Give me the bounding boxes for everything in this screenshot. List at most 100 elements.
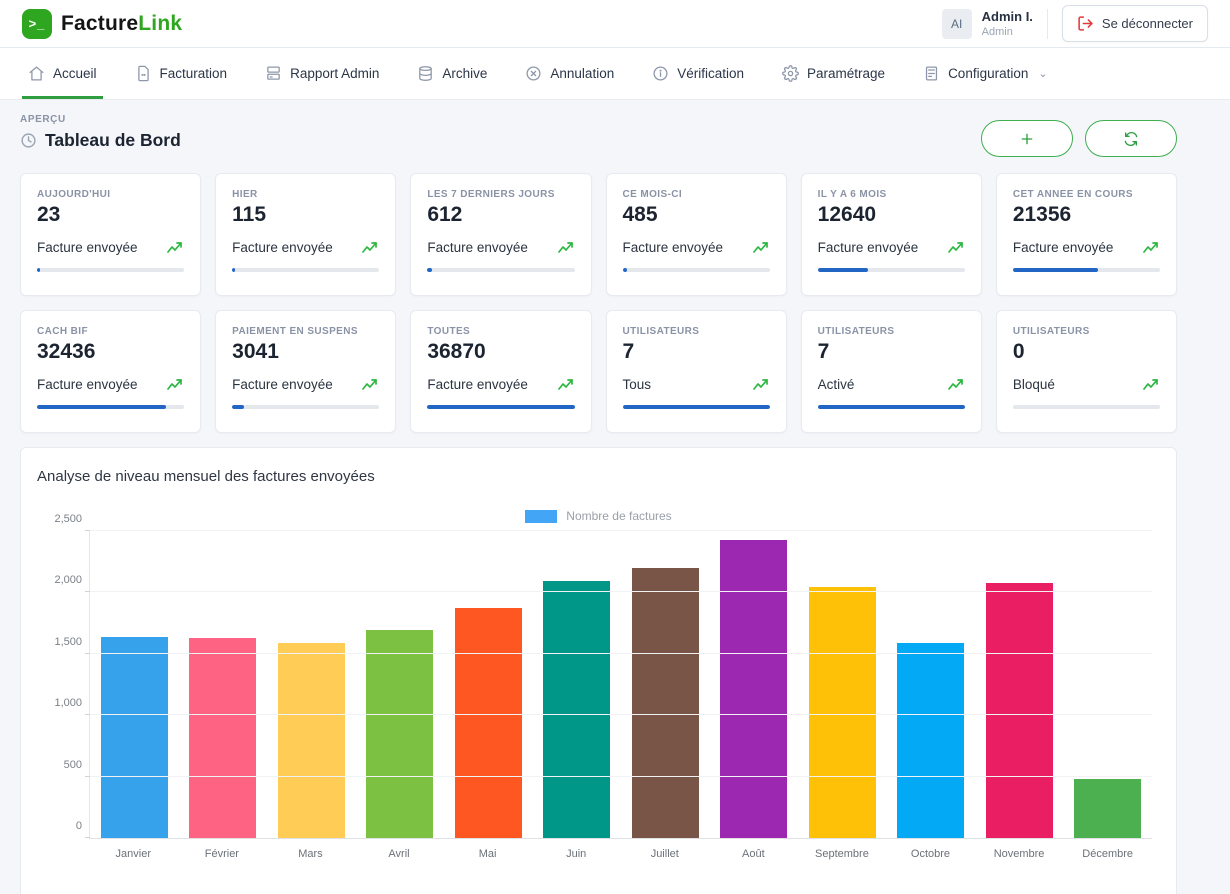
nav-item-annulation[interactable]: Annulation — [525, 48, 614, 99]
stat-card: LES 7 DERNIERS JOURS 612 Facture envoyée — [410, 173, 591, 296]
stat-card: IL Y A 6 MOIS 12640 Facture envoyée — [801, 173, 982, 296]
x-axis-label: Janvier — [89, 848, 178, 860]
stat-card-label: IL Y A 6 MOIS — [818, 189, 965, 200]
add-button[interactable] — [981, 120, 1073, 157]
brand-logo[interactable]: >_ FactureLink — [22, 9, 182, 39]
avatar[interactable]: AI — [942, 9, 972, 39]
user-name: Admin I. — [982, 9, 1033, 25]
trend-up-icon — [362, 240, 379, 255]
bar-slot — [1064, 531, 1153, 838]
gridline — [90, 530, 1152, 531]
trend-up-icon — [558, 377, 575, 392]
refresh-icon — [1123, 131, 1139, 147]
progress-fill — [623, 268, 627, 272]
gridline — [90, 653, 1152, 654]
nav-item-parametrage[interactable]: Paramétrage — [782, 48, 885, 99]
progress-track — [427, 405, 574, 409]
nav-item-verification[interactable]: Vérification — [652, 48, 744, 99]
stat-card-label: TOUTES — [427, 326, 574, 337]
chart-legend[interactable]: Nombre de factures — [37, 509, 1160, 523]
gear-icon — [782, 65, 799, 82]
chart-bar-fevrier[interactable] — [189, 638, 256, 838]
user-identity: Admin I. Admin — [982, 9, 1033, 37]
progress-fill — [623, 405, 770, 409]
chart-bar-avril[interactable] — [366, 630, 433, 838]
stat-card: AUJOURD'HUI 23 Facture envoyée — [20, 173, 201, 296]
brand-name-primary: Facture — [61, 12, 138, 35]
stat-card-caption: Facture envoyée — [1013, 240, 1114, 255]
chart-bar-novembre[interactable] — [986, 583, 1053, 838]
bar-slot — [975, 531, 1064, 838]
bar-slot — [533, 531, 622, 838]
stat-card-label: CET ANNEE EN COURS — [1013, 189, 1160, 200]
stat-card-label: UTILISATEURS — [818, 326, 965, 337]
gridline — [90, 591, 1152, 592]
stat-card-caption: Facture envoyée — [818, 240, 919, 255]
chart-bar-octobre[interactable] — [897, 643, 964, 838]
stat-card-value: 612 — [427, 203, 574, 227]
stat-cards-grid: AUJOURD'HUI 23 Facture envoyée HIER 115 … — [20, 173, 1177, 433]
progress-track — [1013, 268, 1160, 272]
nav-item-configuration[interactable]: Configuration ⌄ — [923, 48, 1048, 99]
stat-card-label: CACH BIF — [37, 326, 184, 337]
stat-card-value: 7 — [623, 340, 770, 364]
nav-item-facturation[interactable]: Facturation — [135, 48, 228, 99]
calculator-icon — [923, 65, 940, 82]
x-axis-label: Juin — [532, 848, 621, 860]
chart-bar-janvier[interactable] — [101, 637, 168, 838]
y-tick-mark — [85, 714, 90, 715]
chart-title: Analyse de niveau mensuel des factures e… — [37, 468, 1160, 485]
x-axis-label: Novembre — [975, 848, 1064, 860]
chart-bar-mai[interactable] — [455, 608, 522, 838]
page-actions — [981, 120, 1177, 157]
chart-bar-juillet[interactable] — [632, 568, 699, 838]
y-tick-label: 2,500 — [38, 513, 82, 525]
stat-card-label: HIER — [232, 189, 379, 200]
stat-card-label: LES 7 DERNIERS JOURS — [427, 189, 574, 200]
nav-item-accueil[interactable]: Accueil — [28, 48, 97, 99]
chart-bar-decembre[interactable] — [1074, 779, 1141, 838]
brand-name: FactureLink — [61, 12, 182, 36]
nav-item-rapport-admin[interactable]: Rapport Admin — [265, 48, 379, 99]
stat-card-caption: Facture envoyée — [427, 377, 528, 392]
progress-track — [37, 405, 184, 409]
progress-fill — [818, 268, 868, 272]
progress-fill — [427, 405, 574, 409]
trend-up-icon — [753, 240, 770, 255]
progress-track — [623, 405, 770, 409]
stat-card-caption: Activé — [818, 377, 855, 392]
y-tick-label: 500 — [38, 759, 82, 771]
chart-bar-juin[interactable] — [543, 581, 610, 838]
stat-card-value: 0 — [1013, 340, 1160, 364]
y-tick-mark — [85, 837, 90, 838]
stat-card: CE MOIS-CI 485 Facture envoyée — [606, 173, 787, 296]
trend-up-icon — [948, 377, 965, 392]
stat-card: UTILISATEURS 7 Tous — [606, 310, 787, 433]
stat-card-value: 21356 — [1013, 203, 1160, 227]
page-title: Tableau de Bord — [45, 130, 181, 151]
chart-bar-septembre[interactable] — [809, 587, 876, 838]
progress-track — [818, 268, 965, 272]
chart-bar-aout[interactable] — [720, 540, 787, 838]
stat-card-label: PAIEMENT EN SUSPENS — [232, 326, 379, 337]
main-nav: Accueil Facturation Rapport Admin Archiv… — [0, 48, 1230, 100]
stat-card-caption: Bloqué — [1013, 377, 1055, 392]
stat-card: PAIEMENT EN SUSPENS 3041 Facture envoyée — [215, 310, 396, 433]
stat-card-caption: Facture envoyée — [37, 240, 138, 255]
stat-card: UTILISATEURS 0 Bloqué — [996, 310, 1177, 433]
bar-slot — [90, 531, 179, 838]
stat-card-caption: Facture envoyée — [427, 240, 528, 255]
clock-icon — [20, 132, 37, 149]
stat-card-label: UTILISATEURS — [1013, 326, 1160, 337]
progress-fill — [232, 405, 244, 409]
chart-bar-mars[interactable] — [278, 643, 345, 838]
bar-slot — [356, 531, 445, 838]
stat-card-value: 115 — [232, 203, 379, 227]
refresh-button[interactable] — [1085, 120, 1177, 157]
x-axis-label: Décembre — [1063, 848, 1152, 860]
x-axis-labels: JanvierFévrierMarsAvrilMaiJuinJuilletAoû… — [89, 839, 1152, 860]
stat-card: HIER 115 Facture envoyée — [215, 173, 396, 296]
plus-icon — [1019, 131, 1035, 147]
logout-button[interactable]: Se déconnecter — [1062, 5, 1208, 42]
nav-item-archive[interactable]: Archive — [417, 48, 487, 99]
